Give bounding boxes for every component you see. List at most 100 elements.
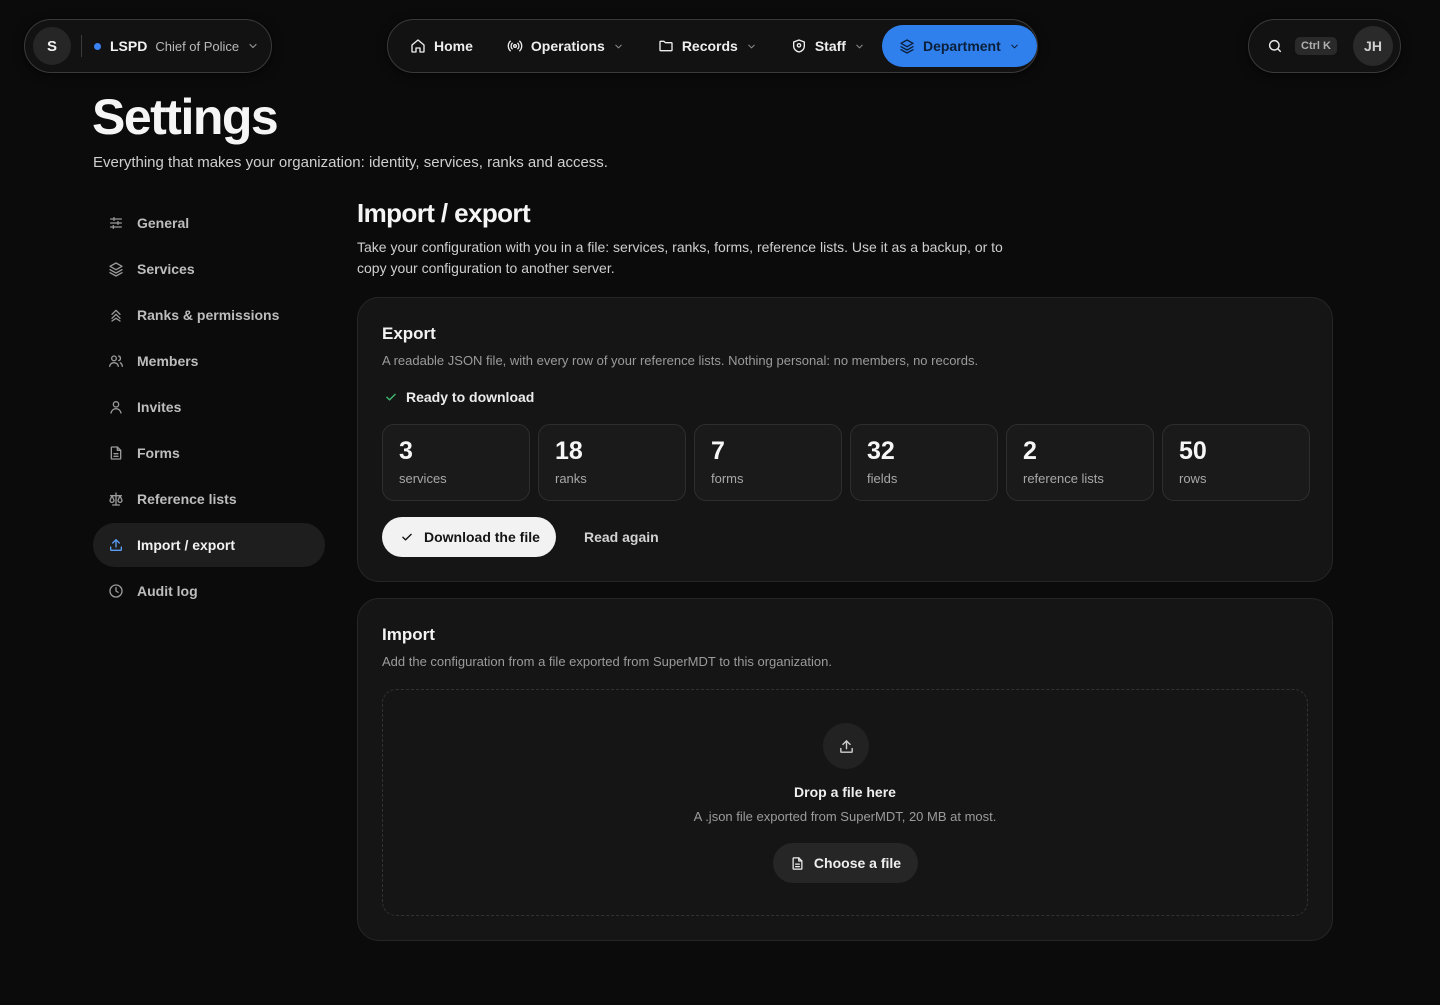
stat-card-rows: 50 rows xyxy=(1162,424,1310,501)
org-role: Chief of Police xyxy=(155,38,240,54)
section-title: Import / export xyxy=(357,198,531,228)
nav-item-records[interactable]: Records xyxy=(641,25,774,67)
file-dropzone[interactable]: Drop a file here A .json file exported f… xyxy=(382,689,1308,916)
upload-icon xyxy=(108,537,124,553)
sidebar-item-ranks[interactable]: Ranks & permissions xyxy=(93,293,325,337)
search-shortcut: Ctrl K xyxy=(1295,37,1337,55)
divider xyxy=(81,35,82,57)
check-icon xyxy=(400,530,414,544)
shield-icon xyxy=(791,38,807,54)
sidebar-item-reference-lists[interactable]: Reference lists xyxy=(93,477,325,521)
stat-label: ranks xyxy=(555,471,587,486)
stat-value: 18 xyxy=(555,437,583,465)
org-switcher[interactable]: S LSPD Chief of Police xyxy=(24,19,272,73)
nav-item-label: Records xyxy=(681,38,738,54)
sidebar-item-label: Members xyxy=(137,353,199,369)
nav-item-operations[interactable]: Operations xyxy=(490,25,641,67)
layers-icon xyxy=(899,38,915,54)
chevron-down-icon xyxy=(854,41,865,52)
dropzone-title: Drop a file here xyxy=(794,784,896,800)
user-icon xyxy=(108,399,124,415)
sidebar-item-import-export[interactable]: Import / export xyxy=(93,523,325,567)
stat-card-ranks: 18 ranks xyxy=(538,424,686,501)
stat-label: services xyxy=(399,471,447,486)
sidebar-item-general[interactable]: General xyxy=(93,201,325,245)
sidebar-item-services[interactable]: Services xyxy=(93,247,325,291)
search-icon[interactable] xyxy=(1267,38,1283,54)
org-avatar[interactable]: S xyxy=(33,27,71,65)
read-again-button[interactable]: Read again xyxy=(584,517,659,557)
export-title: Export xyxy=(382,324,436,343)
stat-value: 32 xyxy=(867,437,895,465)
sidebar-item-members[interactable]: Members xyxy=(93,339,325,383)
stat-label: reference lists xyxy=(1023,471,1104,486)
nav-item-staff[interactable]: Staff xyxy=(774,25,882,67)
stat-value: 50 xyxy=(1179,437,1207,465)
stat-label: forms xyxy=(711,471,744,486)
nav-item-department[interactable]: Department xyxy=(881,25,1037,67)
sidebar-item-label: Reference lists xyxy=(137,491,237,507)
page-title: Settings xyxy=(92,89,279,145)
download-file-label: Download the file xyxy=(424,529,540,545)
org-name: LSPD xyxy=(110,38,148,54)
layers-icon xyxy=(108,261,124,277)
stat-value: 7 xyxy=(711,437,725,465)
main-nav: Home Operations Records Staff Department xyxy=(387,19,1038,73)
upload-icon xyxy=(823,723,869,769)
nav-item-label: Home xyxy=(434,38,473,54)
nav-item-label: Operations xyxy=(530,38,605,54)
choose-file-button[interactable]: Choose a file xyxy=(773,843,918,883)
clock-icon xyxy=(108,583,124,599)
export-status-label: Ready to download xyxy=(406,389,535,405)
sidebar-item-invites[interactable]: Invites xyxy=(93,385,325,429)
export-card: Export A readable JSON file, with every … xyxy=(357,297,1333,582)
search-and-account: Ctrl K JH xyxy=(1248,19,1401,73)
section-description: Take your configuration with you in a fi… xyxy=(357,239,1003,276)
stat-card-fields: 32 fields xyxy=(850,424,998,501)
import-card: Import Add the configuration from a file… xyxy=(357,598,1333,941)
nav-item-label: Staff xyxy=(814,38,846,54)
sidebar-item-forms[interactable]: Forms xyxy=(93,431,325,475)
nav-item-label: Department xyxy=(922,38,1001,54)
stat-value: 2 xyxy=(1023,437,1037,465)
sidebar-item-label: Services xyxy=(137,261,195,277)
file-icon xyxy=(790,856,805,871)
users-icon xyxy=(108,353,124,369)
scale-icon xyxy=(108,491,124,507)
file-text-icon xyxy=(108,445,124,461)
dropzone-description: A .json file exported from SuperMDT, 20 … xyxy=(693,809,997,824)
chevron-down-icon xyxy=(247,40,259,52)
choose-file-label: Choose a file xyxy=(813,855,902,871)
chevrons-up-icon xyxy=(108,307,124,323)
nav-item-home[interactable]: Home xyxy=(393,25,490,67)
home-icon xyxy=(410,38,426,54)
sidebar-item-label: Forms xyxy=(137,445,180,461)
import-title: Import xyxy=(382,625,435,644)
folder-icon xyxy=(658,38,674,54)
stat-card-reference-lists: 2 reference lists xyxy=(1006,424,1154,501)
sidebar-item-audit-log[interactable]: Audit log xyxy=(93,569,325,613)
export-stats: 3 services 18 ranks 7 forms 32 fields 2 … xyxy=(382,424,1310,501)
stat-label: fields xyxy=(867,471,898,486)
sidebar-item-label: Ranks & permissions xyxy=(137,307,280,323)
chevron-down-icon xyxy=(746,41,757,52)
sidebar-item-label: General xyxy=(137,215,190,231)
stat-card-services: 3 services xyxy=(382,424,530,501)
sliders-icon xyxy=(108,215,124,231)
check-icon xyxy=(384,390,398,404)
chevron-down-icon xyxy=(1009,41,1020,52)
page-subtitle: Everything that makes your organization:… xyxy=(93,154,608,171)
import-description: Add the configuration from a file export… xyxy=(382,654,832,669)
org-status-dot xyxy=(94,42,101,50)
export-status: Ready to download xyxy=(384,389,534,405)
broadcast-icon xyxy=(507,38,523,54)
sidebar-item-label: Invites xyxy=(137,399,182,415)
settings-sidebar: General Services Ranks & permissions Mem… xyxy=(93,201,325,615)
export-description: A readable JSON file, with every row of … xyxy=(382,353,979,368)
sidebar-item-label: Import / export xyxy=(137,537,236,553)
stat-value: 3 xyxy=(399,437,413,465)
download-file-button[interactable]: Download the file xyxy=(382,517,556,557)
stat-label: rows xyxy=(1179,471,1207,486)
user-avatar[interactable]: JH xyxy=(1353,26,1393,66)
sidebar-item-label: Audit log xyxy=(137,583,198,599)
